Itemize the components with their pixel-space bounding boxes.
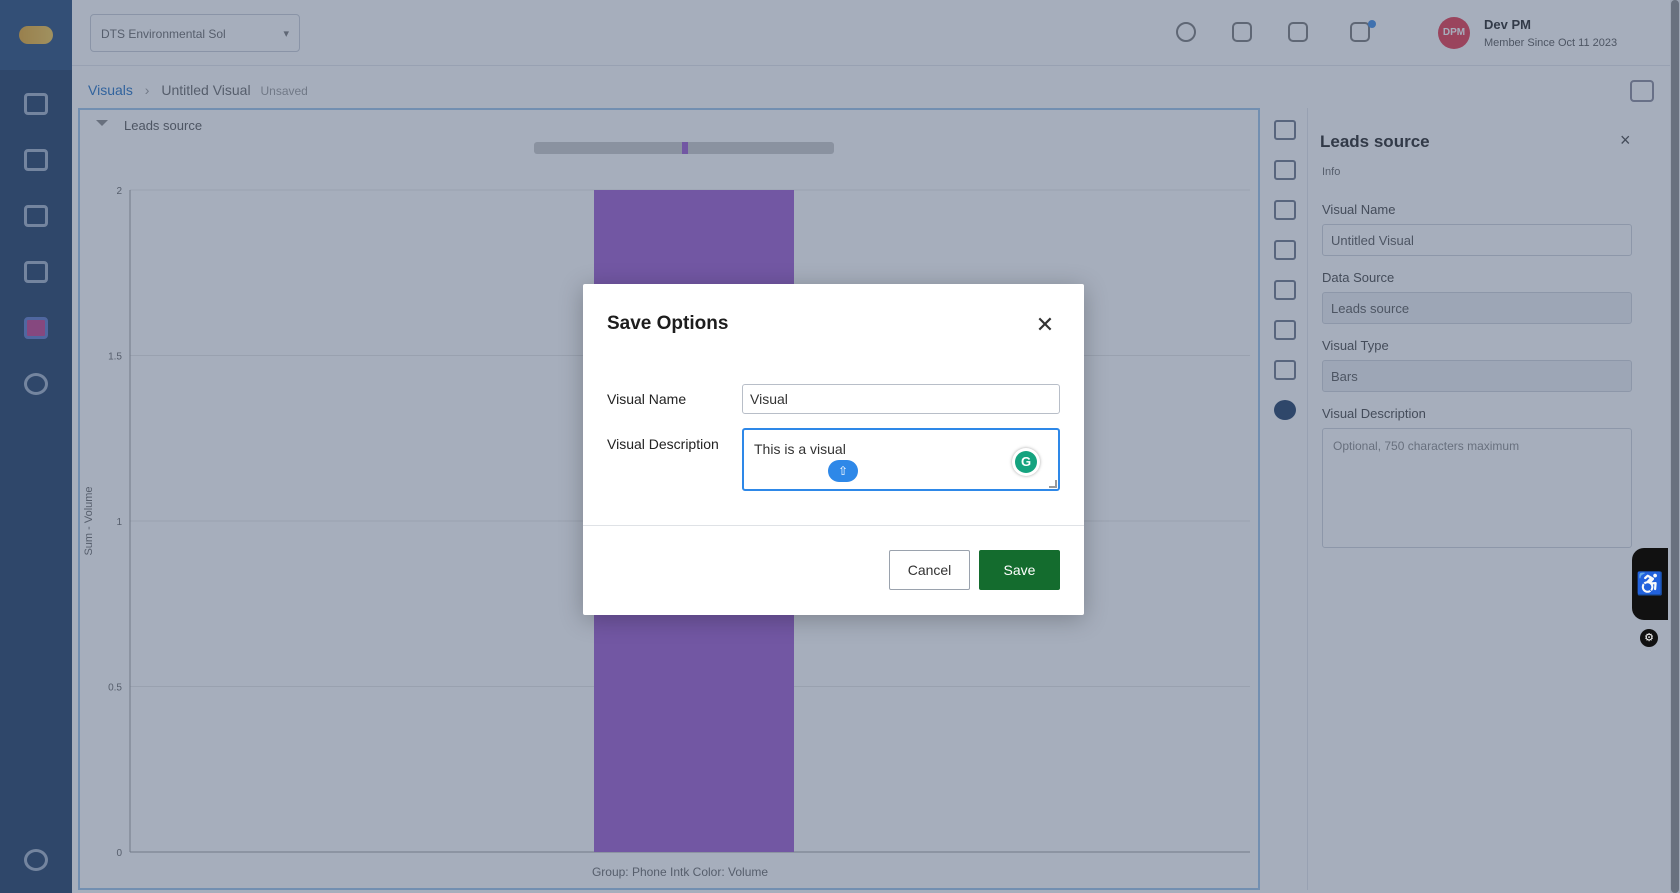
visual-name-input[interactable] — [742, 384, 1060, 414]
writing-assist-icon[interactable]: ⇧ — [828, 460, 858, 482]
resize-handle-icon[interactable] — [1049, 480, 1057, 488]
accessibility-settings-icon[interactable]: ⚙ — [1640, 629, 1658, 647]
dialog-divider — [583, 525, 1084, 526]
close-icon[interactable]: ✕ — [1030, 310, 1060, 340]
dialog-title: Save Options — [607, 313, 729, 334]
visual-description-label: Visual Description — [607, 436, 719, 452]
accessibility-widget-icon[interactable]: ♿ — [1632, 548, 1668, 620]
grammarly-letter: G — [1015, 451, 1037, 473]
grammarly-icon[interactable]: G — [1012, 448, 1040, 476]
visual-description-wrapper: This is a visual ⇧ G — [742, 428, 1060, 491]
save-button[interactable]: Save — [979, 550, 1060, 590]
visual-name-label: Visual Name — [607, 391, 687, 407]
save-options-dialog: Save Options ✕ Visual Name Visual Descri… — [583, 284, 1084, 615]
cancel-button[interactable]: Cancel — [889, 550, 970, 590]
